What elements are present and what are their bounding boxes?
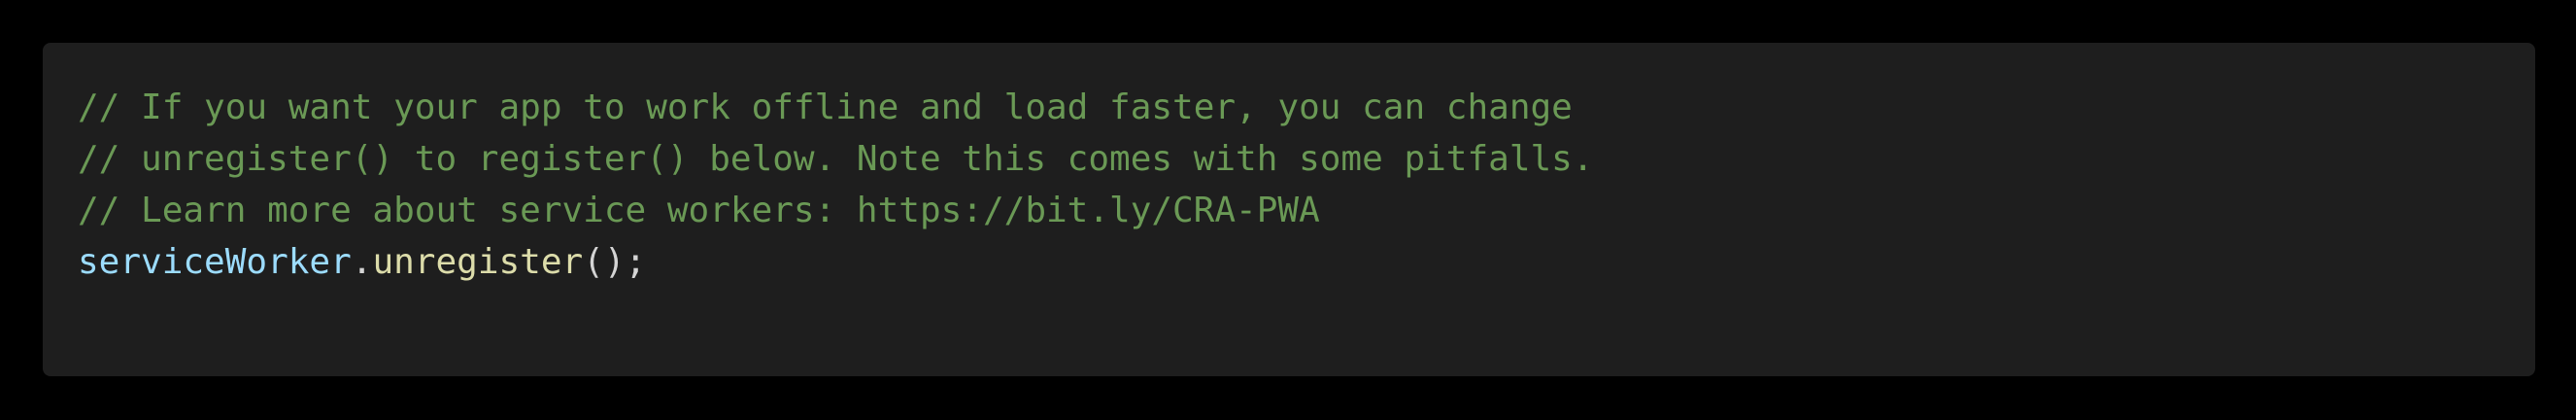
code-comment-line: // unregister() to register() below. Not… bbox=[78, 139, 1594, 179]
code-call-token: (); bbox=[583, 242, 647, 282]
code-dot-token: . bbox=[351, 242, 373, 282]
code-object-token: serviceWorker bbox=[78, 242, 352, 282]
code-block: // If you want your app to work offline … bbox=[43, 43, 2535, 376]
code-method-token: unregister bbox=[372, 242, 584, 282]
code-statement-line: serviceWorker.unregister(); bbox=[78, 236, 2535, 288]
code-comment-line: // If you want your app to work offline … bbox=[78, 88, 1573, 127]
code-comment-line: // Learn more about service workers: htt… bbox=[78, 191, 1320, 230]
